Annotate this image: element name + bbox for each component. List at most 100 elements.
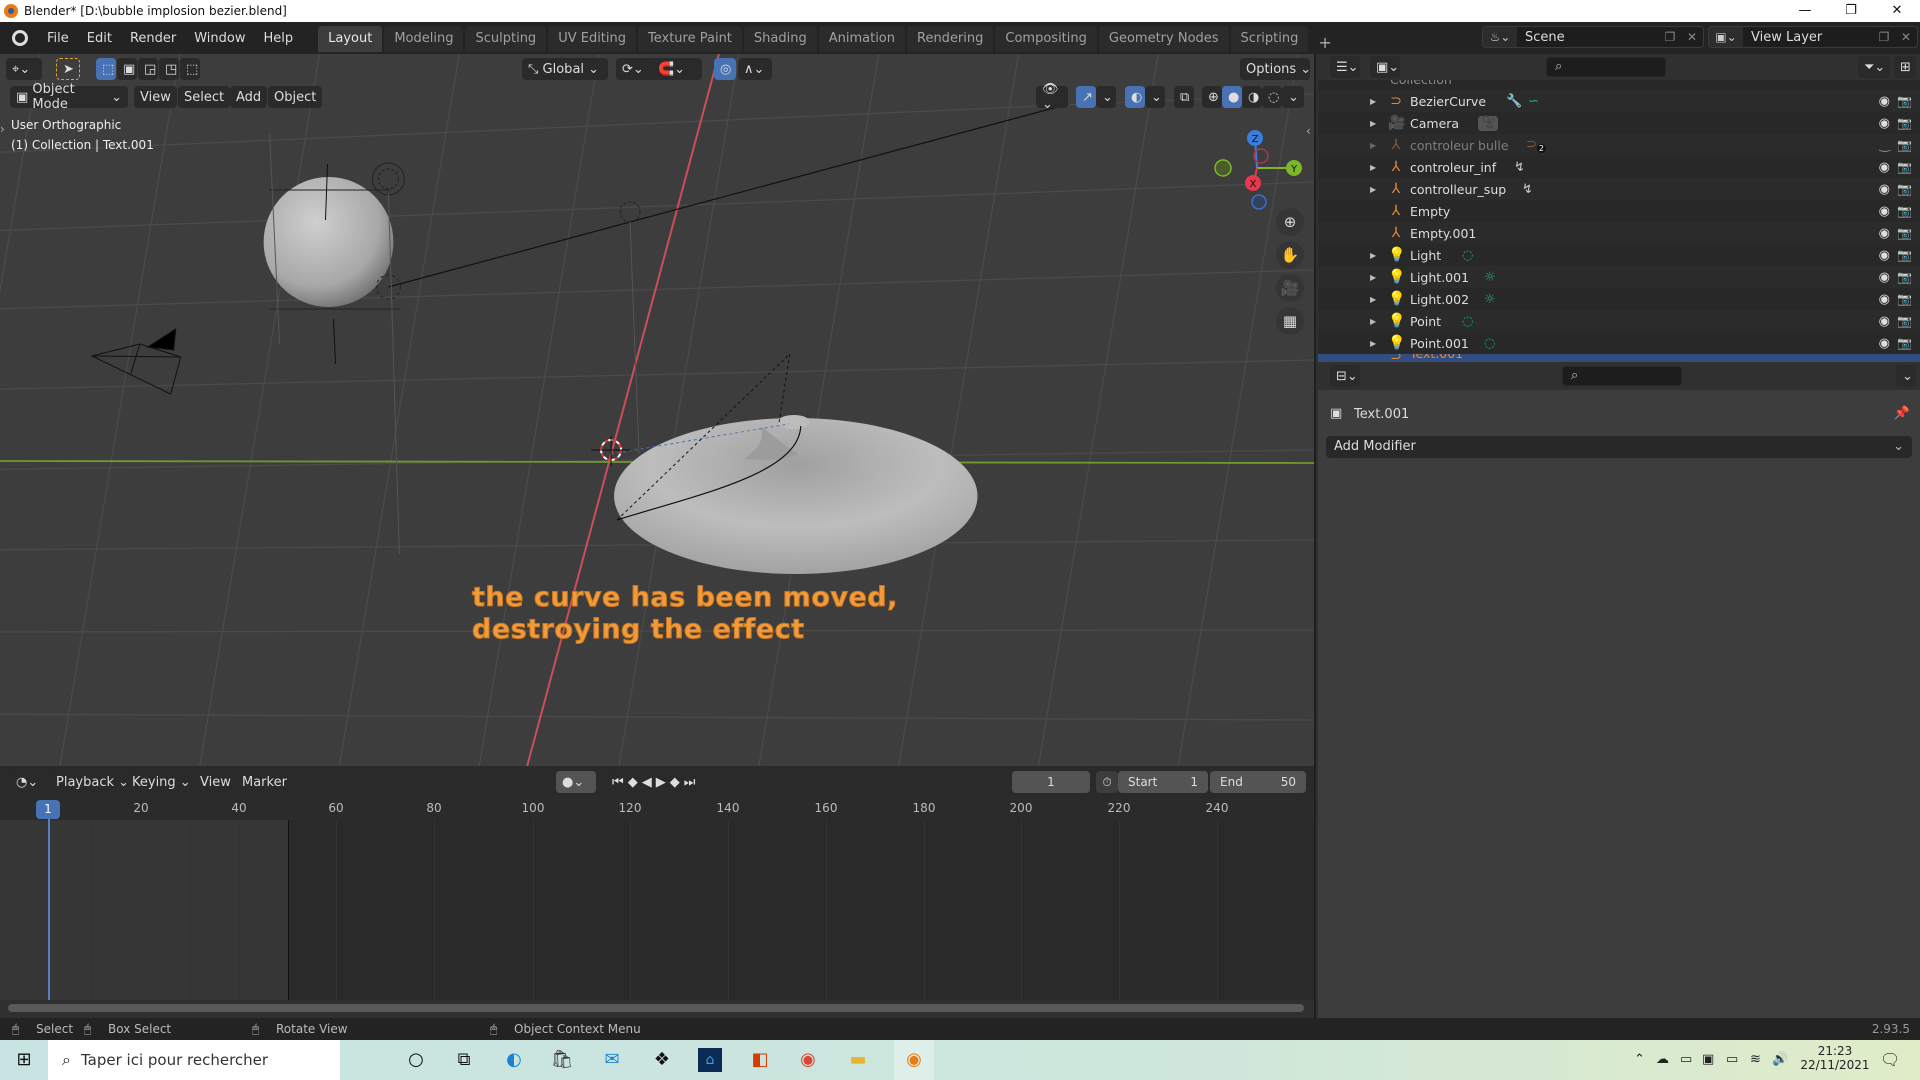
playback-dropdown[interactable]: Playback ⌄ xyxy=(50,771,129,793)
frame-ruler[interactable]: 20 40 60 80 100 120 140 160 180 200 220 … xyxy=(0,798,1314,820)
curve-data-icon[interactable]: ∽ xyxy=(1528,94,1539,109)
restore-icon[interactable]: ❐ xyxy=(1828,0,1874,22)
menu-file[interactable]: File xyxy=(38,31,78,46)
render-camera-icon[interactable]: 📷 xyxy=(1897,248,1912,262)
tab-texture-paint[interactable]: Texture Paint xyxy=(638,26,742,52)
outliner-item-light-001[interactable]: ▶ 💡 Light.001 ☼ ◉ 📷 xyxy=(1318,266,1920,288)
visibility-eye-icon[interactable]: ◉ xyxy=(1879,204,1890,219)
select-new-icon[interactable]: ⬚ xyxy=(96,58,116,80)
expand-arrow-icon[interactable]: ▶ xyxy=(1370,295,1376,304)
outliner-search-input[interactable]: ⌕ xyxy=(1546,57,1666,77)
play-icon[interactable]: ▶ xyxy=(656,775,670,790)
tab-shading[interactable]: Shading xyxy=(743,26,817,52)
point-light-data-icon[interactable]: ◌ xyxy=(1462,314,1473,329)
render-camera-icon[interactable]: 📷 xyxy=(1897,160,1912,174)
expand-arrow-icon[interactable]: ▶ xyxy=(1370,97,1376,106)
options-dropdown[interactable]: Options ⌄ xyxy=(1240,58,1311,80)
add-workspace-button[interactable]: + xyxy=(1310,33,1339,52)
tray-chevron-icon[interactable]: ⌃ xyxy=(1634,1040,1645,1080)
mode-dropdown[interactable]: ▣ Object Mode ⌄ xyxy=(10,82,128,112)
gizmo-toggle[interactable]: ↗ xyxy=(1076,86,1096,108)
overlays-dropdown[interactable]: ⌄ xyxy=(1145,86,1165,108)
pan-view-hand-icon[interactable]: ✋ xyxy=(1276,241,1304,269)
visibility-eye-icon[interactable]: ◉ xyxy=(1879,94,1890,109)
ortho-toggle-grid-icon[interactable]: ▦ xyxy=(1276,307,1304,335)
tab-animation[interactable]: Animation xyxy=(818,26,905,52)
gizmo-dropdown[interactable]: ⌄ xyxy=(1096,86,1116,108)
timeline-scrollbar[interactable] xyxy=(8,1004,1304,1012)
chrome-icon[interactable]: ◉ xyxy=(796,1048,820,1072)
expand-arrow-icon[interactable]: ▶ xyxy=(1370,273,1376,282)
dropbox-icon[interactable]: ❖ xyxy=(650,1048,674,1072)
sun-light-data-icon[interactable]: ☼ xyxy=(1484,270,1496,285)
add-modifier-dropdown[interactable]: Add Modifier ⌄ xyxy=(1326,436,1912,458)
tab-uv-editing[interactable]: UV Editing xyxy=(548,26,637,52)
start-frame-field[interactable]: Start 1 xyxy=(1118,771,1208,793)
blender-menu-icon[interactable] xyxy=(12,30,28,46)
zoom-view-icon[interactable]: ⊕ xyxy=(1276,208,1304,236)
overlays-toggle[interactable]: ◐ xyxy=(1125,86,1145,108)
menu-object[interactable]: Object xyxy=(268,86,323,108)
visibility-eye-icon[interactable]: ◉ xyxy=(1879,226,1890,241)
editor-type-button[interactable]: ⌖⌄ xyxy=(6,58,42,80)
material-preview-button[interactable]: ◑ xyxy=(1242,86,1262,108)
outliner-editor-type-button[interactable]: ☰⌄ xyxy=(1330,56,1360,78)
expand-arrow-icon[interactable]: ▶ xyxy=(1370,317,1376,326)
render-camera-icon[interactable]: 📷 xyxy=(1897,226,1912,240)
sidebar-expand-icon[interactable]: ‹ xyxy=(1306,124,1311,138)
timeline-editor-type-button[interactable]: ◔⌄ xyxy=(10,771,42,793)
minimize-icon[interactable]: — xyxy=(1782,0,1828,22)
render-camera-icon[interactable]: 📷 xyxy=(1897,138,1912,152)
navigation-gizmo[interactable]: Z Y X xyxy=(1206,120,1306,220)
outliner-item-camera[interactable]: ▶ 🎥 Camera 🎥 ◉ 📷 xyxy=(1318,112,1920,134)
wireframe-shading-button[interactable]: ⊕ xyxy=(1202,86,1222,108)
expand-arrow-icon[interactable]: ▶ xyxy=(1370,141,1376,150)
constraint-icon[interactable]: ↯ xyxy=(1514,160,1525,175)
new-view-layer-icon[interactable]: ❐ xyxy=(1873,30,1895,44)
render-camera-icon[interactable]: 📷 xyxy=(1897,204,1912,218)
visibility-hidden-icon[interactable]: ‿ xyxy=(1880,138,1890,153)
expand-arrow-icon[interactable]: ▶ xyxy=(1370,339,1376,348)
filter-dropdown[interactable]: ⏷⌄ xyxy=(1858,56,1890,78)
select-extend-icon[interactable]: ▣ xyxy=(117,58,137,80)
visibility-eye-icon[interactable]: ◉ xyxy=(1879,248,1890,263)
timeline-editor[interactable]: ◔⌄ Playback ⌄ Keying ⌄ View Marker ●⌄ ⏮ ◆… xyxy=(0,766,1316,1018)
solid-shading-button[interactable]: ● xyxy=(1222,86,1242,108)
next-keyframe-icon[interactable]: ◆ xyxy=(670,775,684,790)
select-difference-icon[interactable]: ◳ xyxy=(159,58,179,80)
menu-render[interactable]: Render xyxy=(121,31,185,46)
pivot-point-dropdown[interactable]: ⟳⌄ xyxy=(616,58,656,80)
rendered-shading-button[interactable]: ◌ xyxy=(1262,86,1282,108)
clock[interactable]: 21:23 22/11/2021 xyxy=(1800,1040,1870,1080)
menu-select[interactable]: Select xyxy=(178,86,231,108)
select-tool-icon[interactable]: ➤ xyxy=(56,58,80,80)
camera-view-icon[interactable]: 🎥 xyxy=(1276,274,1304,302)
properties-options-dropdown[interactable]: ⌄ xyxy=(1896,365,1916,387)
onedrive-icon[interactable]: ☁ xyxy=(1656,1040,1669,1080)
tab-sculpting[interactable]: Sculpting xyxy=(465,26,547,52)
scene-selector[interactable]: ♨⌄ Scene ❐ ✕ xyxy=(1482,26,1704,48)
tab-geometry-nodes[interactable]: Geometry Nodes xyxy=(1098,26,1229,52)
properties-editor-type-button[interactable]: ⊟⌄ xyxy=(1330,365,1360,387)
app-icon[interactable]: ⌂ xyxy=(698,1048,722,1072)
outliner-item-empty[interactable]: ⅄ Empty ◉ 📷 xyxy=(1318,200,1920,222)
pin-icon[interactable]: 📌 xyxy=(1894,406,1910,421)
mail-icon[interactable]: ✉ xyxy=(600,1048,624,1072)
camera-tray-icon[interactable]: ▭ xyxy=(1680,1040,1692,1080)
view-layer-selector[interactable]: ▣⌄ View Layer ❐ ✕ xyxy=(1708,26,1918,48)
delete-view-layer-icon[interactable]: ✕ xyxy=(1895,30,1917,44)
new-scene-icon[interactable]: ❐ xyxy=(1659,30,1681,44)
visibility-eye-icon[interactable]: ◉ xyxy=(1879,292,1890,307)
edge-icon[interactable]: ◐ xyxy=(502,1048,526,1072)
proportional-editing-toggle[interactable]: ◎ xyxy=(714,58,736,80)
taskbar-search-input[interactable]: ⌕ Taper ici pour rechercher xyxy=(48,1040,340,1080)
visibility-eye-icon[interactable]: ◉ xyxy=(1879,116,1890,131)
keying-dropdown[interactable]: Keying ⌄ xyxy=(126,771,191,793)
notifications-icon[interactable]: 🗨 xyxy=(1880,1040,1900,1080)
select-intersect-icon[interactable]: ⬚ xyxy=(180,58,200,80)
proportional-falloff-dropdown[interactable]: ∧⌄ xyxy=(738,58,772,80)
render-camera-icon[interactable]: 📷 xyxy=(1897,116,1912,130)
outliner-item-beziercurve[interactable]: ▶ ⊃ BezierCurve 🔧 ∽ ◉ 📷 xyxy=(1318,90,1920,112)
outliner-item-empty-001[interactable]: ⅄ Empty.001 ◉ 📷 xyxy=(1318,222,1920,244)
jump-start-icon[interactable]: ⏮ xyxy=(612,775,628,790)
